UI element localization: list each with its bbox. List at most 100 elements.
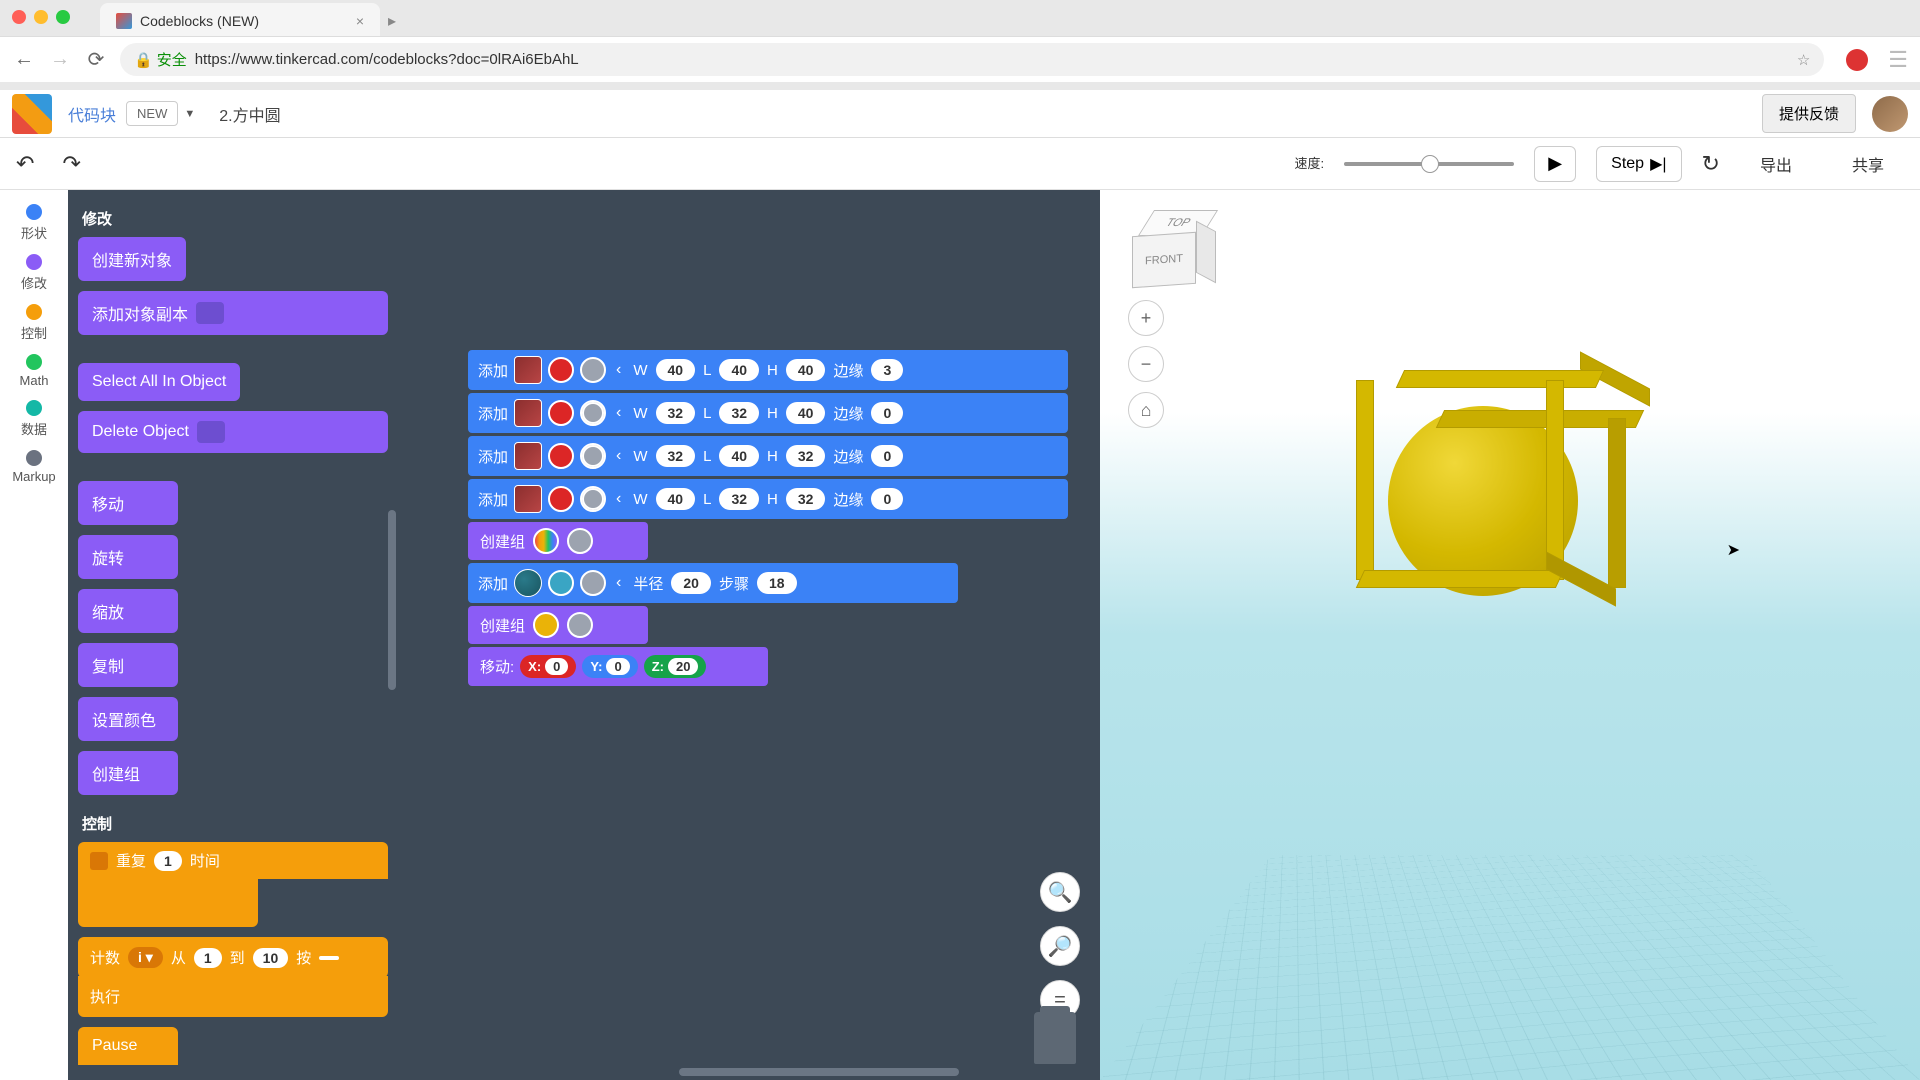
color-hole-icon[interactable] — [567, 612, 593, 638]
chevron-left-icon[interactable]: ‹ — [612, 490, 625, 508]
model-preview[interactable] — [1360, 370, 1680, 690]
category-data[interactable]: 数据 — [0, 394, 68, 444]
horizontal-scrollbar[interactable] — [679, 1068, 959, 1076]
tinkercad-logo-icon[interactable] — [12, 94, 52, 134]
extension-icon[interactable] — [1846, 49, 1868, 71]
color-hole-icon[interactable] — [567, 528, 593, 554]
viewport-home-button[interactable]: ⌂ — [1128, 392, 1164, 428]
category-markup[interactable]: Markup — [0, 444, 68, 490]
chevron-left-icon[interactable]: ‹ — [612, 361, 625, 379]
block-create-object[interactable]: 创建新对象 — [78, 237, 186, 281]
view-cube[interactable]: TOP FRONT — [1128, 206, 1214, 292]
ws-block-add-cube-4[interactable]: 添加 ‹ W40 L32 H32 边缘0 — [468, 479, 1068, 519]
zoom-in-button[interactable]: 🔍 — [1040, 872, 1080, 912]
ws-block-move[interactable]: 移动: X:0 Y:0 Z:20 — [468, 647, 768, 686]
ws-block-add-sphere[interactable]: 添加 ‹ 半径20 步骤18 — [468, 563, 958, 603]
window-maximize-icon[interactable] — [56, 10, 70, 24]
block-repeat[interactable]: 重复 1 时间 — [78, 842, 388, 879]
axis-x-label: X:0 — [520, 655, 576, 678]
back-button[interactable]: ← — [12, 48, 36, 72]
undo-button[interactable]: ↶ — [16, 151, 34, 177]
color-hole-icon[interactable] — [580, 357, 606, 383]
viewport-3d[interactable]: TOP FRONT + − ⌂ ➤ — [1100, 190, 1920, 1080]
category-shapes[interactable]: 形状 — [0, 198, 68, 248]
block-create-group[interactable]: 创建组 — [78, 751, 178, 795]
color-rainbow-icon[interactable] — [533, 528, 559, 554]
color-solid-icon[interactable] — [548, 400, 574, 426]
color-solid-icon[interactable] — [548, 486, 574, 512]
chevron-left-icon[interactable]: ‹ — [612, 447, 625, 465]
block-move[interactable]: 移动 — [78, 481, 178, 525]
category-math[interactable]: Math — [0, 348, 68, 394]
chevron-left-icon[interactable]: ‹ — [612, 574, 625, 592]
step-button[interactable]: Step ▶| — [1596, 146, 1681, 182]
cube-icon — [514, 399, 542, 427]
workspace-zoom-controls: 🔍 🔎 = — [1040, 872, 1080, 1020]
block-scale[interactable]: 缩放 — [78, 589, 178, 633]
block-count[interactable]: 计数 i ▾ 从 1 到 10 按 — [78, 937, 388, 978]
url-input[interactable]: 🔒 安全 https://www.tinkercad.com/codeblock… — [120, 43, 1824, 76]
viewport-zoom-out-button[interactable]: − — [1128, 346, 1164, 382]
palette-section-control: 控制 — [78, 805, 388, 842]
reload-button[interactable]: ⟳ — [84, 48, 108, 72]
color-solid-icon[interactable] — [548, 443, 574, 469]
share-button[interactable]: 共享 — [1832, 152, 1904, 176]
ws-block-create-group-1[interactable]: 创建组 — [468, 522, 648, 560]
color-yellow-icon[interactable] — [533, 612, 559, 638]
window-minimize-icon[interactable] — [34, 10, 48, 24]
redo-button[interactable]: ↷ — [62, 151, 80, 177]
block-repeat-body[interactable] — [78, 879, 258, 927]
color-solid-icon[interactable] — [548, 570, 574, 596]
block-delete-object[interactable]: Delete Object — [78, 411, 388, 453]
new-tab-button[interactable]: ▸ — [380, 3, 404, 39]
bookmark-star-icon[interactable]: ☆ — [1797, 51, 1810, 69]
block-select-all[interactable]: Select All In Object — [78, 363, 240, 401]
color-hole-icon[interactable] — [580, 400, 606, 426]
category-modify[interactable]: 修改 — [0, 248, 68, 298]
trash-icon[interactable] — [1034, 1012, 1076, 1064]
cursor-icon: ➤ — [1727, 540, 1740, 560]
workplane-grid — [1100, 854, 1920, 1080]
ws-block-add-cube-2[interactable]: 添加 ‹ W32 L32 H40 边缘0 — [468, 393, 1068, 433]
view-cube-front[interactable]: FRONT — [1132, 232, 1196, 288]
browser-tab[interactable]: Codeblocks (NEW) × — [100, 3, 380, 39]
block-set-color[interactable]: 设置颜色 — [78, 697, 178, 741]
circle-icon — [26, 254, 42, 270]
export-button[interactable]: 导出 — [1740, 152, 1812, 176]
project-name[interactable]: 2.方中圆 — [219, 102, 280, 126]
color-hole-icon[interactable] — [580, 570, 606, 596]
user-menu-icon[interactable]: ☰ — [1888, 47, 1908, 73]
chevron-left-icon[interactable]: ‹ — [612, 404, 625, 422]
view-cube-side[interactable] — [1196, 221, 1216, 284]
circle-icon — [26, 450, 42, 466]
play-button[interactable]: ▶ — [1534, 146, 1576, 182]
block-add-copy[interactable]: 添加对象副本 — [78, 291, 388, 335]
ws-block-add-cube-1[interactable]: 添加 ‹ W40 L40 H40 边缘3 — [468, 350, 1068, 390]
ws-block-add-cube-3[interactable]: 添加 ‹ W32 L40 H32 边缘0 — [468, 436, 1068, 476]
app-header: 代码块 NEW ▼ 2.方中圆 提供反馈 — [0, 90, 1920, 138]
feedback-button[interactable]: 提供反馈 — [1762, 94, 1856, 133]
zoom-out-button[interactable]: 🔎 — [1040, 926, 1080, 966]
mode-dropdown-icon[interactable]: ▼ — [184, 108, 195, 120]
color-solid-icon[interactable] — [548, 357, 574, 383]
block-copy[interactable]: 复制 — [78, 643, 178, 687]
ws-block-create-group-2[interactable]: 创建组 — [468, 606, 648, 644]
workspace[interactable]: 添加 ‹ W40 L40 H40 边缘3 添加 ‹ W32 L32 H40 边缘… — [398, 190, 1100, 1080]
tab-close-icon[interactable]: × — [356, 13, 364, 29]
speed-slider[interactable] — [1344, 162, 1514, 166]
slider-thumb[interactable] — [1421, 155, 1439, 173]
block-pause[interactable]: Pause — [78, 1027, 178, 1065]
block-palette[interactable]: 修改 创建新对象 添加对象副本 Select All In Object Del… — [68, 190, 398, 1080]
scrollbar[interactable] — [388, 510, 396, 690]
workspace-program[interactable]: 添加 ‹ W40 L40 H40 边缘3 添加 ‹ W32 L32 H40 边缘… — [468, 350, 1068, 686]
reset-button[interactable]: ↻ — [1702, 151, 1720, 177]
window-close-icon[interactable] — [12, 10, 26, 24]
color-hole-icon[interactable] — [580, 486, 606, 512]
viewport-zoom-in-button[interactable]: + — [1128, 300, 1164, 336]
block-execute[interactable]: 执行 — [78, 976, 388, 1017]
avatar[interactable] — [1872, 96, 1908, 132]
color-hole-icon[interactable] — [580, 443, 606, 469]
category-control[interactable]: 控制 — [0, 298, 68, 348]
block-rotate[interactable]: 旋转 — [78, 535, 178, 579]
forward-button[interactable]: → — [48, 48, 72, 72]
